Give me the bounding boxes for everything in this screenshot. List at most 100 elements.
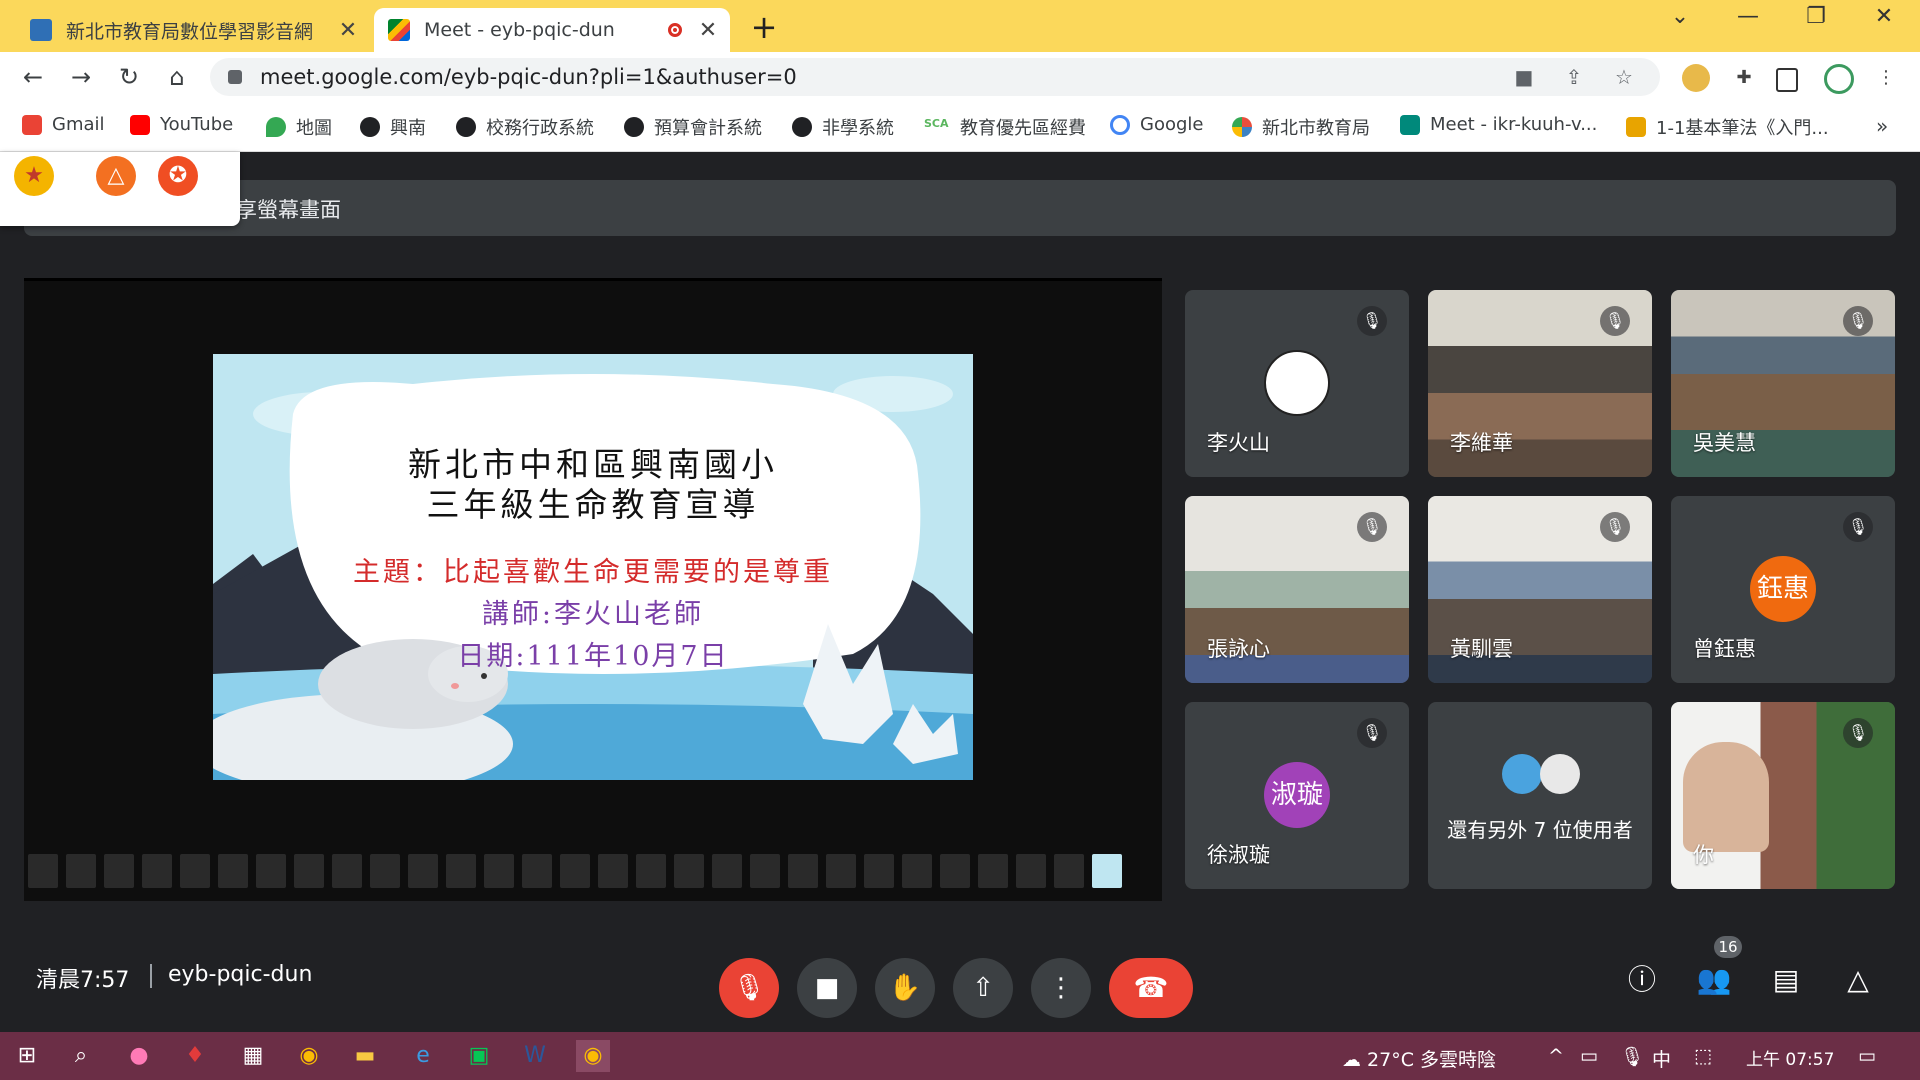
start-icon[interactable]: ⊞ <box>10 1040 44 1072</box>
reload-icon[interactable]: ↻ <box>114 62 144 92</box>
more-options-button[interactable]: ⋮ <box>1031 958 1091 1018</box>
present-screen-button[interactable]: ⇧ <box>953 958 1013 1018</box>
app-drop-icon[interactable]: ● <box>122 1040 156 1072</box>
weather-widget[interactable]: ☁ 27°C 多雲時陰 <box>1342 1045 1496 1072</box>
tab-meet[interactable]: Meet - eyb-pqic-dun ✕ <box>374 8 730 52</box>
bookmark-school-admin[interactable]: 校務行政系統 <box>456 114 594 140</box>
extensions-puzzle-icon[interactable]: ✚ <box>1730 64 1758 92</box>
system-clock[interactable]: 上午 07:57 <box>1746 1045 1834 1070</box>
ie-icon[interactable]: e <box>406 1040 440 1072</box>
bookmark-ntpc-edu[interactable]: 新北市教育局 <box>1232 114 1370 140</box>
participant-tile[interactable]: 🎙 張詠心 <box>1185 496 1409 683</box>
film-thumb[interactable] <box>218 854 248 888</box>
new-tab-button[interactable]: + <box>746 8 782 46</box>
film-thumb[interactable] <box>598 854 628 888</box>
camera-icon[interactable]: ■ <box>1510 65 1538 89</box>
film-thumb[interactable] <box>28 854 58 888</box>
star-icon[interactable]: ✪ <box>158 156 198 196</box>
film-thumb[interactable] <box>484 854 514 888</box>
forward-icon[interactable]: → <box>66 62 96 92</box>
activities-icon[interactable]: △ <box>1838 960 1878 1000</box>
film-thumb[interactable] <box>256 854 286 888</box>
bookmark-star-icon[interactable]: ☆ <box>1610 65 1638 89</box>
self-tile[interactable]: 🎙 你 <box>1671 702 1895 889</box>
meeting-details-icon[interactable]: ⓘ <box>1622 960 1662 1000</box>
search-icon[interactable]: ⌕ <box>64 1040 98 1072</box>
menu-kebab-icon[interactable]: ⋮ <box>1872 64 1900 92</box>
bookmark-maps[interactable]: 地圖 <box>266 114 332 140</box>
notifications-icon[interactable]: ▭ <box>1858 1045 1876 1067</box>
extension-badge-icon[interactable] <box>1682 64 1710 92</box>
raise-hand-button[interactable]: ✋ <box>875 958 935 1018</box>
mic-tray-icon[interactable]: 🎙 <box>1620 1045 1644 1068</box>
participant-tile[interactable]: 鈺惠 🎙 曾鈺惠 <box>1671 496 1895 683</box>
badge-icon[interactable]: ★ <box>14 156 54 196</box>
tray-chevron-icon[interactable]: ^ <box>1548 1045 1564 1067</box>
film-thumb[interactable] <box>674 854 704 888</box>
tab-search-icon[interactable]: ⌄ <box>1660 4 1700 29</box>
people-icon[interactable]: 👥 <box>1694 960 1734 1000</box>
film-thumb[interactable] <box>826 854 856 888</box>
camera-button[interactable]: ■ <box>797 958 857 1018</box>
home-icon[interactable]: ⌂ <box>162 62 192 92</box>
app-tool-icon[interactable]: ♦ <box>178 1040 212 1072</box>
network-icon[interactable]: ▭ <box>1580 1045 1598 1067</box>
word-icon[interactable]: W <box>518 1040 552 1072</box>
more-bookmarks-button[interactable]: » <box>1876 114 1888 138</box>
film-thumb[interactable] <box>1016 854 1046 888</box>
participant-tile[interactable]: 🎙 李維華 <box>1428 290 1652 477</box>
back-icon[interactable]: ← <box>18 62 48 92</box>
film-thumb[interactable] <box>712 854 742 888</box>
participant-tile[interactable]: 🎙 黃馴雲 <box>1428 496 1652 683</box>
film-thumb[interactable] <box>446 854 476 888</box>
film-thumb[interactable] <box>1092 854 1122 888</box>
film-thumb[interactable] <box>636 854 666 888</box>
others-tile[interactable]: 還有另外 7 位使用者 <box>1428 702 1652 889</box>
film-thumb[interactable] <box>408 854 438 888</box>
film-thumb[interactable] <box>180 854 210 888</box>
bookmark-non-school[interactable]: 非學系統 <box>792 114 894 140</box>
participant-tile[interactable]: ☻ 🎙 李火山 <box>1185 290 1409 477</box>
url-text[interactable]: meet.google.com/eyb-pqic-dun?pli=1&authu… <box>260 65 1510 89</box>
film-thumb[interactable] <box>294 854 324 888</box>
film-thumb[interactable] <box>1054 854 1084 888</box>
film-thumb[interactable] <box>978 854 1008 888</box>
bookmark-youtube[interactable]: YouTube <box>130 114 233 135</box>
chrome-active-icon[interactable]: ◉ <box>576 1040 610 1072</box>
mic-off-button[interactable]: 🎙 <box>719 958 779 1018</box>
chrome-icon[interactable]: ◉ <box>292 1040 326 1072</box>
bookmark-priority-fund[interactable]: SCA 教育優先區經費 <box>924 114 1086 140</box>
film-thumb[interactable] <box>370 854 400 888</box>
participant-tile[interactable]: 淑璇 🎙 徐淑璇 <box>1185 702 1409 889</box>
lock-icon[interactable] <box>228 70 242 84</box>
film-thumb[interactable] <box>902 854 932 888</box>
minimize-button[interactable]: — <box>1728 4 1768 29</box>
bookmark-google[interactable]: Google <box>1110 114 1203 135</box>
film-thumb[interactable] <box>522 854 552 888</box>
film-thumb[interactable] <box>788 854 818 888</box>
film-thumb[interactable] <box>142 854 172 888</box>
film-thumb[interactable] <box>940 854 970 888</box>
bookmark-calligraphy[interactable]: 1-1基本筆法《入門... <box>1626 114 1829 140</box>
ime-indicator[interactable]: 中 <box>1652 1045 1671 1072</box>
film-thumb[interactable] <box>104 854 134 888</box>
bookmark-xingnan[interactable]: 興南 <box>360 114 426 140</box>
bookmark-gmail[interactable]: Gmail <box>22 114 105 135</box>
profile-avatar[interactable] <box>1824 64 1854 94</box>
participant-tile[interactable]: 🎙 吳美慧 <box>1671 290 1895 477</box>
film-thumb[interactable] <box>750 854 780 888</box>
bookmark-meet[interactable]: Meet - ikr-kuuh-v... <box>1400 114 1597 135</box>
calculator-icon[interactable]: ▦ <box>236 1040 270 1072</box>
chat-icon[interactable]: ▤ <box>1766 960 1806 1000</box>
triangle-icon[interactable]: △ <box>96 156 136 196</box>
film-thumb[interactable] <box>332 854 362 888</box>
close-tab-icon[interactable]: ✕ <box>334 18 362 43</box>
close-tab-icon[interactable]: ✕ <box>694 18 722 43</box>
film-thumb[interactable] <box>864 854 894 888</box>
restore-button[interactable]: ❐ <box>1796 4 1836 29</box>
share-icon[interactable]: ⇪ <box>1560 65 1588 89</box>
ime-mode-icon[interactable]: ⬚ <box>1694 1045 1712 1067</box>
film-thumb[interactable] <box>560 854 590 888</box>
bookmark-budget[interactable]: 預算會計系統 <box>624 114 762 140</box>
tab-digital-learning[interactable]: 新北市教育局數位學習影音網 ✕ <box>16 8 370 52</box>
